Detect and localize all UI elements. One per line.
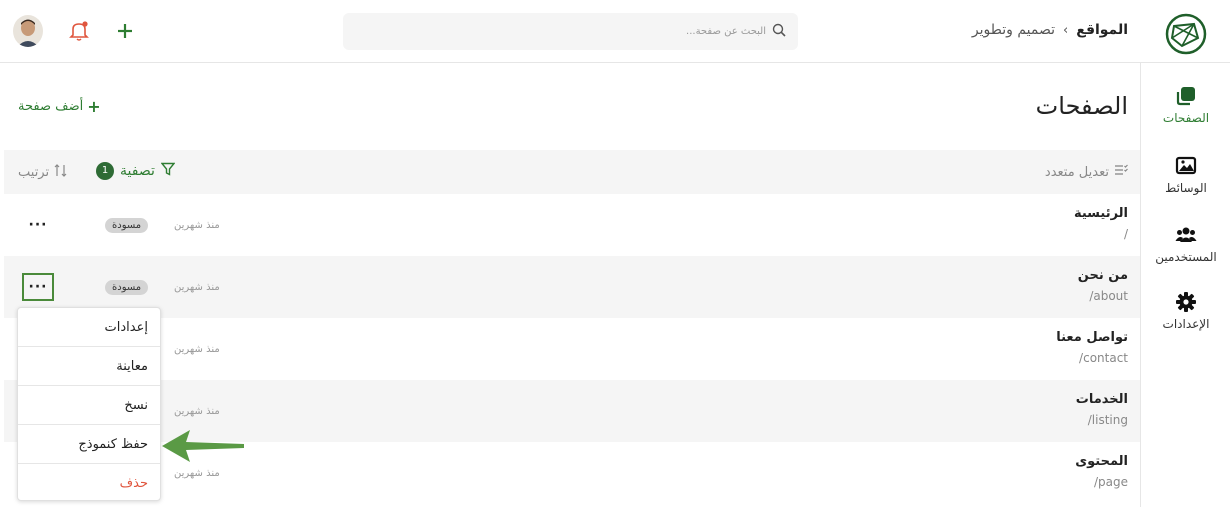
row-title[interactable]: المحتوى: [1075, 454, 1128, 469]
plus-icon: +: [87, 97, 101, 116]
media-icon: [1175, 155, 1197, 177]
menu-item-save-as-template[interactable]: حفظ كنموذج: [18, 425, 160, 464]
sidebar-item-label: الوسائط: [1165, 181, 1207, 195]
sidebar-item-users[interactable]: المستخدمين: [1141, 224, 1230, 264]
search-input[interactable]: [466, 26, 766, 37]
app-logo[interactable]: [1164, 12, 1208, 56]
row-path: /page: [1093, 475, 1128, 489]
sidebar-item-settings[interactable]: الإعدادات: [1141, 291, 1230, 331]
pages-toolbar: تعديل متعدد تصفية 1 ترتيب: [4, 150, 1140, 194]
menu-item-duplicate[interactable]: نسخ: [18, 386, 160, 425]
row-title[interactable]: تواصل معنا: [1056, 330, 1128, 345]
row-time: منذ شهرين: [174, 220, 220, 231]
row-time: منذ شهرين: [174, 468, 220, 479]
row-title[interactable]: الرئيسية: [1074, 206, 1128, 221]
row-path: /listing: [1087, 413, 1128, 427]
page-title: الصفحات: [1035, 92, 1128, 120]
sidebar-item-label: المستخدمين: [1155, 250, 1217, 264]
table-row[interactable]: تواصل معنا /contact منذ شهرين: [4, 318, 1140, 380]
users-icon: [1175, 224, 1197, 246]
sidebar-item-label: الإعدادات: [1162, 317, 1210, 331]
breadcrumb: المواقع › تصميم وتطوير: [972, 22, 1128, 38]
table-row[interactable]: من نحن /about منذ شهرين مسودة ···: [4, 256, 1140, 318]
filter-count-badge: 1: [96, 162, 114, 180]
more-options-icon[interactable]: ···: [22, 273, 54, 301]
filter-icon: [160, 162, 176, 180]
row-path: /about: [1089, 289, 1128, 303]
menu-item-preview[interactable]: معاينة: [18, 347, 160, 386]
top-bar: المواقع › تصميم وتطوير: [0, 0, 1230, 63]
status-badge: مسودة: [105, 280, 149, 295]
sidebar-item-pages[interactable]: الصفحات: [1141, 85, 1230, 125]
row-time: منذ شهرين: [174, 282, 220, 293]
row-path: /contact: [1079, 351, 1128, 365]
avatar[interactable]: [13, 15, 43, 47]
annotation-arrow-icon: [162, 428, 244, 464]
row-title[interactable]: من نحن: [1078, 268, 1128, 283]
row-time: منذ شهرين: [174, 344, 220, 355]
sidebar: الصفحات الوسائط المستخدمين الإعدادات: [1140, 63, 1230, 507]
filter-label: تصفية: [120, 163, 155, 179]
checklist-icon: [1115, 164, 1128, 180]
breadcrumb-home[interactable]: المواقع: [1076, 22, 1128, 38]
add-icon[interactable]: [112, 18, 138, 44]
search-box[interactable]: [343, 13, 798, 50]
row-actions-menu: إعدادات معاينة نسخ حفظ كنموذج حذف: [17, 307, 161, 501]
search-icon: [772, 22, 786, 41]
table-row[interactable]: الرئيسية / منذ شهرين مسودة ···: [4, 194, 1140, 256]
pages-icon: [1175, 85, 1197, 107]
breadcrumb-current[interactable]: تصميم وتطوير: [972, 22, 1055, 38]
sort-button[interactable]: ترتيب: [18, 164, 68, 181]
menu-item-settings[interactable]: إعدادات: [18, 308, 160, 347]
add-page-button[interactable]: + أضف صفحة: [18, 97, 101, 116]
row-path: /: [1123, 227, 1128, 241]
row-time: منذ شهرين: [174, 406, 220, 417]
status-badge: مسودة: [105, 218, 149, 233]
sort-icon: [54, 164, 68, 181]
chevron-left-icon: ›: [1063, 22, 1069, 38]
sidebar-item-media[interactable]: الوسائط: [1141, 155, 1230, 195]
bulk-edit-button[interactable]: تعديل متعدد: [1045, 164, 1128, 180]
row-title[interactable]: الخدمات: [1076, 392, 1128, 407]
gear-icon: [1175, 291, 1197, 313]
notification-bell-icon[interactable]: [68, 18, 90, 44]
sidebar-item-label: الصفحات: [1162, 111, 1210, 125]
add-page-label: أضف صفحة: [18, 99, 84, 114]
menu-item-delete[interactable]: حذف: [18, 464, 160, 503]
bulk-edit-label: تعديل متعدد: [1044, 164, 1109, 180]
more-options-icon[interactable]: ···: [22, 211, 54, 239]
sort-label: ترتيب: [18, 165, 50, 180]
filter-button[interactable]: تصفية 1: [96, 162, 176, 180]
